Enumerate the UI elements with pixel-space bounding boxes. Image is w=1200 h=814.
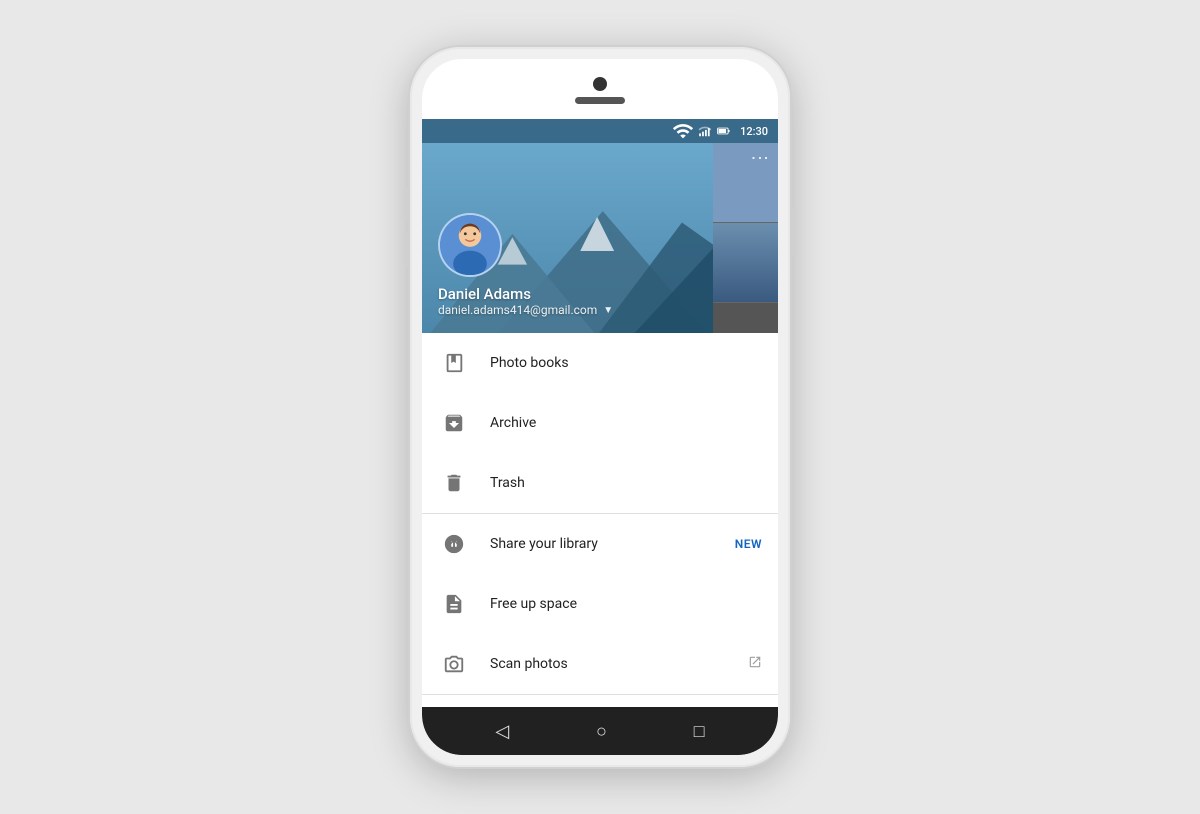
free-space-icon <box>438 588 470 620</box>
avatar-image <box>440 215 500 275</box>
menu-item-photo-books[interactable]: Photo books <box>422 333 778 393</box>
scan-photos-icon <box>438 648 470 680</box>
status-bar: 12:30 <box>422 119 778 143</box>
back-button[interactable]: ◁ <box>495 721 509 742</box>
menu-item-archive[interactable]: Archive <box>422 393 778 453</box>
navigation-bar: ◁ ○ □ <box>422 707 778 755</box>
wifi-icon <box>672 120 694 142</box>
share-library-icon <box>438 528 470 560</box>
profile-email-row: daniel.adams414@gmail.com ▼ <box>438 303 613 317</box>
menu-section-2: Share your library NEW Free up space <box>422 514 778 695</box>
recents-button[interactable]: □ <box>694 721 705 742</box>
menu-item-share-library[interactable]: Share your library NEW <box>422 514 778 574</box>
volume-up-button <box>406 187 410 222</box>
camera <box>593 77 607 91</box>
scan-photos-label: Scan photos <box>490 656 748 672</box>
free-space-label: Free up space <box>490 596 762 612</box>
signal-icon <box>698 124 712 138</box>
avatar <box>438 213 502 277</box>
menu-item-settings[interactable]: Settings <box>422 695 778 707</box>
archive-label: Archive <box>490 415 762 431</box>
status-icons: 12:30 <box>672 120 768 142</box>
home-button[interactable]: ○ <box>596 721 607 742</box>
power-button <box>790 207 794 257</box>
photo-books-label: Photo books <box>490 355 762 371</box>
profile-name: Daniel Adams <box>438 285 531 303</box>
trash-icon <box>438 467 470 499</box>
speaker <box>575 97 625 104</box>
profile-email: daniel.adams414@gmail.com <box>438 303 597 317</box>
phone-device: 12:30 👥 <box>410 47 790 767</box>
dropdown-arrow-icon[interactable]: ▼ <box>603 305 613 316</box>
drawer-menu: Photo books Archive <box>422 333 778 707</box>
archive-icon <box>438 407 470 439</box>
trash-label: Trash <box>490 475 762 491</box>
status-time: 12:30 <box>740 125 768 138</box>
phone-screen: 12:30 👥 <box>422 59 778 755</box>
menu-item-trash[interactable]: Trash <box>422 453 778 513</box>
screen: 12:30 👥 <box>422 119 778 755</box>
new-badge: NEW <box>735 537 762 551</box>
profile-section: Daniel Adams daniel.adams414@gmail.com ▼ <box>422 143 778 333</box>
menu-item-scan-photos[interactable]: Scan photos <box>422 634 778 694</box>
share-library-label: Share your library <box>490 536 735 552</box>
menu-section-3: Settings Send feedback <box>422 695 778 707</box>
menu-item-free-space[interactable]: Free up space <box>422 574 778 634</box>
three-dot-menu-button[interactable]: ⋮ <box>750 149 768 168</box>
volume-down-button <box>406 232 410 267</box>
menu-section-1: Photo books Archive <box>422 333 778 514</box>
battery-icon <box>716 124 732 138</box>
photo-books-icon <box>438 347 470 379</box>
external-link-icon <box>748 655 762 673</box>
